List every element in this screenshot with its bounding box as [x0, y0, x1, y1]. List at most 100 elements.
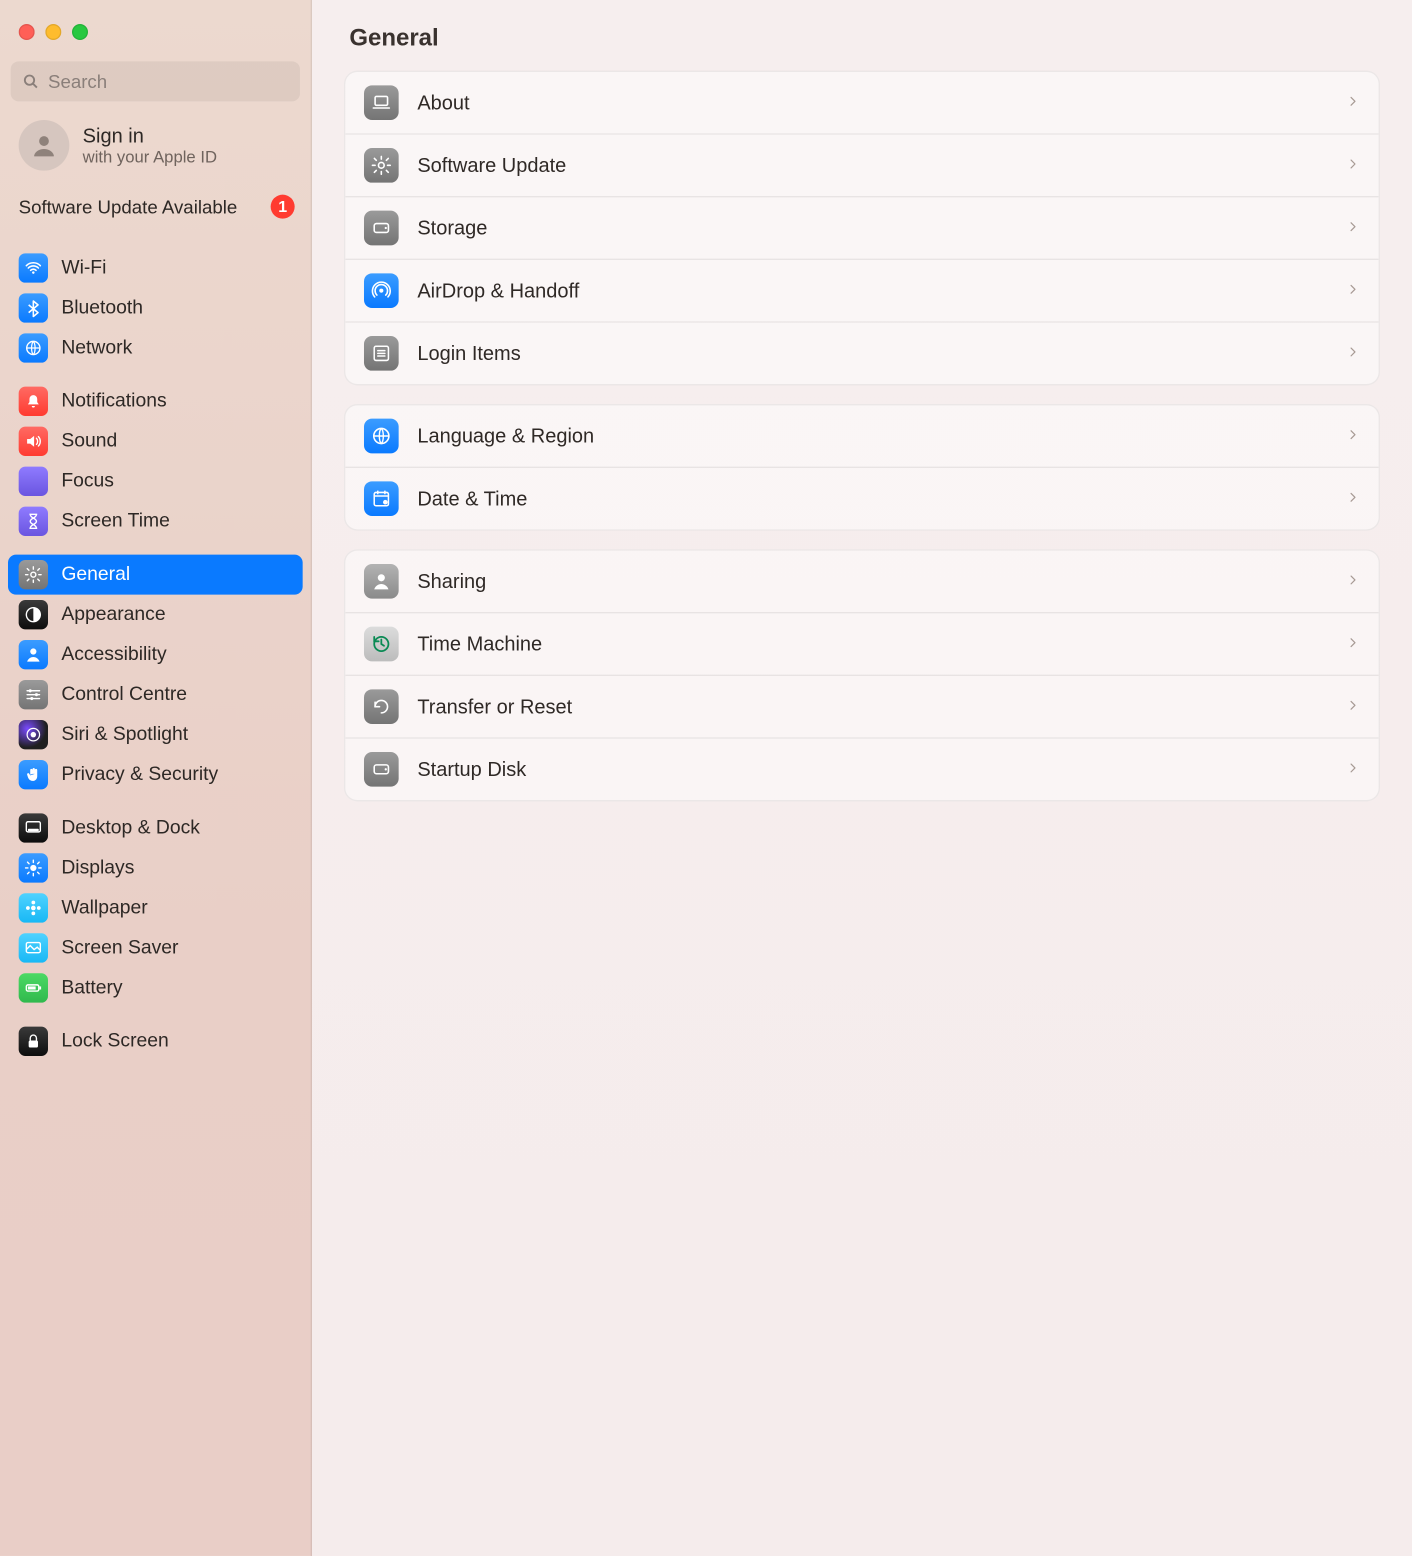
settings-group: About Software Update Storage AirDrop & Han… — [344, 71, 1380, 386]
gear-icon — [19, 560, 48, 589]
settings-row-software-update[interactable]: Software Update — [345, 133, 1378, 196]
close-window-button[interactable] — [19, 24, 35, 40]
settings-row-language[interactable]: Language & Region — [345, 405, 1378, 466]
chevron-right-icon — [1347, 425, 1360, 448]
sidebar-item-bluetooth[interactable]: Bluetooth — [8, 288, 303, 328]
settings-row-sharing[interactable]: Sharing — [345, 551, 1378, 612]
settings-row-label: Language & Region — [417, 425, 594, 448]
settings-row-storage[interactable]: Storage — [345, 196, 1378, 259]
promo-text: Software Update Available — [19, 196, 238, 217]
signin-subtitle: with your Apple ID — [83, 147, 217, 166]
chevron-right-icon — [1347, 91, 1360, 114]
chevron-right-icon — [1347, 695, 1360, 718]
sidebar-search[interactable] — [11, 61, 300, 101]
disk-icon — [364, 211, 399, 246]
gear-icon — [364, 148, 399, 183]
sidebar-item-screensaver[interactable]: Screen Saver — [8, 928, 303, 968]
settings-row-datetime[interactable]: Date & Time — [345, 467, 1378, 530]
sidebar-item-label: Siri & Spotlight — [61, 724, 188, 745]
sidebar-item-siri[interactable]: Siri & Spotlight — [8, 715, 303, 755]
page-title: General — [344, 24, 1380, 52]
sidebar-item-wifi[interactable]: Wi-Fi — [8, 248, 303, 288]
globe-icon — [364, 419, 399, 454]
chevron-right-icon — [1347, 570, 1360, 593]
settings-row-startup[interactable]: Startup Disk — [345, 737, 1378, 800]
sidebar-item-sound[interactable]: Sound — [8, 421, 303, 461]
settings-row-timemachine[interactable]: Time Machine — [345, 612, 1378, 675]
speaker-icon — [19, 427, 48, 456]
search-icon — [21, 72, 40, 91]
signin-title: Sign in — [83, 125, 217, 148]
settings-row-label: About — [417, 91, 469, 114]
sidebar-item-accessibility[interactable]: Accessibility — [8, 635, 303, 675]
settings-row-label: Sharing — [417, 570, 486, 593]
frame-icon — [19, 933, 48, 962]
settings-row-airdrop[interactable]: AirDrop & Handoff — [345, 259, 1378, 322]
sidebar-item-label: Control Centre — [61, 684, 187, 705]
globe-icon — [19, 333, 48, 362]
list-icon — [364, 336, 399, 371]
sidebar-item-focus[interactable]: Focus — [8, 461, 303, 501]
sidebar-item-desktopdock[interactable]: Desktop & Dock — [8, 808, 303, 848]
sidebar-item-displays[interactable]: Displays — [8, 848, 303, 888]
settings-row-label: AirDrop & Handoff — [417, 279, 579, 302]
settings-row-login-items[interactable]: Login Items — [345, 321, 1378, 384]
avatar — [19, 120, 70, 171]
signin-text: Sign in with your Apple ID — [83, 125, 217, 166]
bell-icon — [19, 387, 48, 416]
sun-icon — [19, 853, 48, 882]
sidebar-item-label: Wallpaper — [61, 897, 147, 918]
sidebar-item-label: Displays — [61, 857, 134, 878]
settings-row-label: Startup Disk — [417, 758, 526, 781]
flower-icon — [19, 893, 48, 922]
sidebar-item-battery[interactable]: Battery — [8, 968, 303, 1008]
chevron-right-icon — [1347, 758, 1360, 781]
sidebar: Sign in with your Apple ID Software Upda… — [0, 0, 312, 1556]
chevron-right-icon — [1347, 342, 1360, 365]
main-content: General About Software Update Storage AirDr… — [312, 0, 1412, 1556]
sidebar-item-label: Battery — [61, 977, 122, 998]
person-icon — [364, 564, 399, 599]
settings-row-label: Login Items — [417, 342, 520, 365]
settings-row-label: Transfer or Reset — [417, 695, 572, 718]
sidebar-item-notifications[interactable]: Notifications — [8, 381, 303, 421]
settings-row-transfer[interactable]: Transfer or Reset — [345, 675, 1378, 738]
contrast-icon — [19, 600, 48, 629]
signin-row[interactable]: Sign in with your Apple ID — [0, 115, 311, 187]
sidebar-item-label: Screen Saver — [61, 937, 178, 958]
minimize-window-button[interactable] — [45, 24, 61, 40]
sidebar-item-general[interactable]: General — [8, 555, 303, 595]
sidebar-item-wallpaper[interactable]: Wallpaper — [8, 888, 303, 928]
sidebar-item-label: Lock Screen — [61, 1031, 168, 1052]
sidebar-item-lockscreen[interactable]: Lock Screen — [8, 1021, 303, 1061]
sidebar-item-label: Network — [61, 337, 132, 358]
laptop-icon — [364, 85, 399, 120]
orb-icon — [19, 720, 48, 749]
window-controls — [0, 11, 311, 59]
settings-row-label: Storage — [417, 217, 487, 240]
software-update-available-row[interactable]: Software Update Available 1 — [0, 187, 311, 232]
sidebar-item-controlcentre[interactable]: Control Centre — [8, 675, 303, 715]
chevron-right-icon — [1347, 487, 1360, 510]
sidebar-item-label: Desktop & Dock — [61, 817, 200, 838]
sidebar-item-appearance[interactable]: Appearance — [8, 595, 303, 635]
sidebar-item-screentime[interactable]: Screen Time — [8, 501, 303, 541]
sliders-icon — [19, 680, 48, 709]
settings-row-about[interactable]: About — [345, 72, 1378, 133]
settings-row-label: Software Update — [417, 154, 566, 177]
sidebar-item-label: Privacy & Security — [61, 764, 218, 785]
search-input[interactable] — [48, 71, 289, 92]
sidebar-item-privacy[interactable]: Privacy & Security — [8, 755, 303, 795]
sidebar-item-label: Accessibility — [61, 644, 166, 665]
settings-row-label: Date & Time — [417, 487, 527, 510]
zoom-window-button[interactable] — [72, 24, 88, 40]
chevron-right-icon — [1347, 633, 1360, 656]
sidebar-item-label: Sound — [61, 431, 117, 452]
moon-icon — [19, 467, 48, 496]
battery-icon — [19, 973, 48, 1002]
sidebar-item-label: Wi-Fi — [61, 257, 106, 278]
disk-icon — [364, 752, 399, 787]
chevron-right-icon — [1347, 217, 1360, 240]
sidebar-item-network[interactable]: Network — [8, 328, 303, 368]
settings-group: Language & Region Date & Time — [344, 404, 1380, 531]
